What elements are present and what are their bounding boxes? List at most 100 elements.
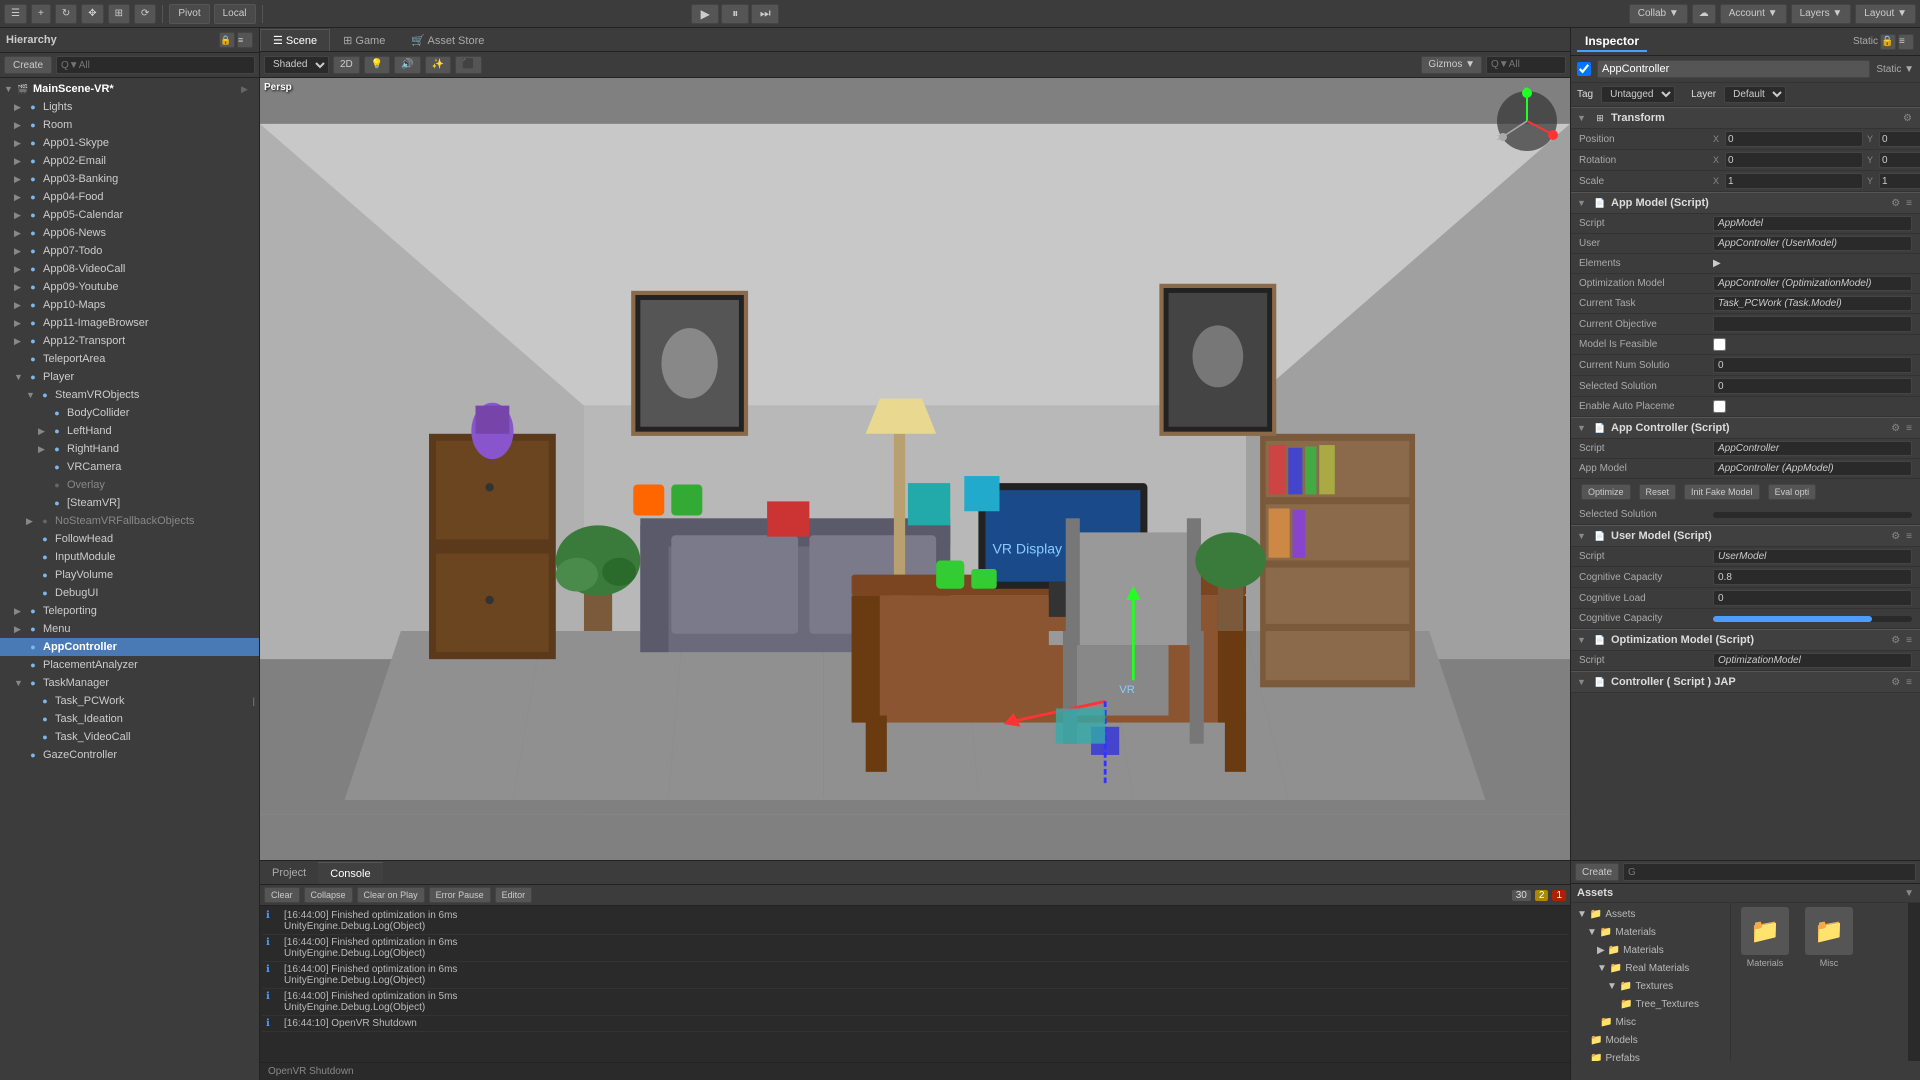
tab-game[interactable]: ⊞ Game xyxy=(330,29,398,51)
scene-search[interactable] xyxy=(1486,56,1566,74)
lighting-button[interactable]: 💡 xyxy=(364,56,390,74)
scale-x-input[interactable] xyxy=(1725,173,1863,189)
comp-settings-btn[interactable]: ⚙ xyxy=(1889,198,1902,209)
model-feasible-checkbox[interactable] xyxy=(1713,338,1726,351)
hierarchy-item-bodycollider[interactable]: ● BodyCollider xyxy=(0,404,259,422)
hierarchy-item-app01[interactable]: ▶ ● App01-Skype xyxy=(0,134,259,152)
hierarchy-item-lefthand[interactable]: ▶ ● LeftHand xyxy=(0,422,259,440)
rot-y-input[interactable] xyxy=(1879,152,1920,168)
comp-menu-btn[interactable]: ≡ xyxy=(1904,635,1914,646)
inspector-tab[interactable]: Inspector xyxy=(1577,32,1647,52)
opt-model-script-header[interactable]: ▼ 📄 Optimization Model (Script) ⚙ ≡ xyxy=(1571,629,1920,651)
enable-auto-checkbox[interactable] xyxy=(1713,400,1726,413)
project-tree-item-real-materials[interactable]: ▼ 📁 Real Materials xyxy=(1571,959,1730,977)
app-model-ref[interactable]: AppController (AppModel) xyxy=(1713,461,1912,476)
hierarchy-item-taskmanager[interactable]: ▼ ● TaskManager xyxy=(0,674,259,692)
hierarchy-create-btn[interactable]: Create xyxy=(4,56,52,74)
hierarchy-item-menu[interactable]: ▶ ● Menu xyxy=(0,620,259,638)
init-fake-btn[interactable]: Init Fake Model xyxy=(1684,484,1760,500)
project-tree-item-materials[interactable]: ▼ 📁 Materials xyxy=(1571,923,1730,941)
hierarchy-item-teleportarea[interactable]: ● TeleportArea xyxy=(0,350,259,368)
console-entry[interactable]: ℹ [16:44:00] Finished optimization in 5m… xyxy=(262,989,1568,1016)
account-button[interactable]: Account ▼ xyxy=(1720,4,1787,24)
error-pause-btn[interactable]: Error Pause xyxy=(429,887,491,903)
tab-asset-store[interactable]: 🛒 Asset Store xyxy=(398,29,497,51)
hamburger-btn[interactable]: ☰ xyxy=(4,4,27,24)
twod-button[interactable]: 2D xyxy=(333,56,360,74)
opt-model-ref[interactable]: AppController (OptimizationModel) xyxy=(1713,276,1912,291)
script-ref[interactable]: OptimizationModel xyxy=(1713,653,1912,668)
tab-console[interactable]: Console xyxy=(318,862,382,884)
hierarchy-item-steamvr[interactable]: ● [SteamVR] xyxy=(0,494,259,512)
user-model-script-header[interactable]: ▼ 📄 User Model (Script) ⚙ ≡ xyxy=(1571,525,1920,547)
comp-settings-btn[interactable]: ⚙ xyxy=(1901,113,1914,124)
comp-settings-btn[interactable]: ⚙ xyxy=(1889,635,1902,646)
project-tree-item-tree-textures[interactable]: 📁 Tree_Textures xyxy=(1571,995,1730,1013)
hierarchy-item-task-videocall[interactable]: ● Task_VideoCall xyxy=(0,728,259,746)
script-ref[interactable]: AppController xyxy=(1713,441,1912,456)
hierarchy-item-placementanalyzer[interactable]: ● PlacementAnalyzer xyxy=(0,656,259,674)
project-tree-item-textures[interactable]: ▼ 📁 Textures xyxy=(1571,977,1730,995)
hierarchy-item-main-scene[interactable]: ▼ 🎬 MainScene-VR* ▶ xyxy=(0,80,259,98)
hierarchy-item-app05[interactable]: ▶ ● App05-Calendar xyxy=(0,206,259,224)
rot-x-input[interactable] xyxy=(1725,152,1863,168)
reset-btn[interactable]: Reset xyxy=(1639,484,1677,500)
viewport[interactable]: VR Display xyxy=(260,78,1570,860)
pivot-button[interactable]: Pivot xyxy=(169,4,209,24)
clear-btn[interactable]: Clear xyxy=(264,887,300,903)
hierarchy-item-app06[interactable]: ▶ ● App06-News xyxy=(0,224,259,242)
hierarchy-item-steamvrobjects[interactable]: ▼ ● SteamVRObjects xyxy=(0,386,259,404)
collab-button[interactable]: Collab ▼ xyxy=(1629,4,1688,24)
comp-menu-btn[interactable]: ≡ xyxy=(1904,198,1914,209)
project-create-btn[interactable]: Create xyxy=(1575,863,1619,881)
comp-menu-btn[interactable]: ≡ xyxy=(1904,531,1914,542)
pos-y-input[interactable] xyxy=(1879,131,1920,147)
inspector-lock[interactable]: 🔒 xyxy=(1880,34,1896,50)
tab-scene[interactable]: ☰ Scene xyxy=(260,29,330,51)
console-entry[interactable]: ℹ [16:44:10] OpenVR Shutdown xyxy=(262,1016,1568,1032)
script-ref[interactable]: UserModel xyxy=(1713,549,1912,564)
hierarchy-item-vrcamera[interactable]: ● VRCamera xyxy=(0,458,259,476)
comp-settings-btn[interactable]: ⚙ xyxy=(1889,423,1902,434)
rotate-tool[interactable]: ⟳ xyxy=(134,4,156,24)
collapse-btn[interactable]: Collapse xyxy=(304,887,353,903)
hierarchy-item-app04[interactable]: ▶ ● App04-Food xyxy=(0,188,259,206)
hierarchy-item-followhead[interactable]: ● FollowHead xyxy=(0,530,259,548)
hierarchy-item-gazecontroller[interactable]: ● GazeController xyxy=(0,746,259,764)
hierarchy-item-app07[interactable]: ▶ ● App07-Todo xyxy=(0,242,259,260)
fx-button[interactable]: ✨ xyxy=(425,56,451,74)
eval-opti-btn[interactable]: Eval opti xyxy=(1768,484,1817,500)
layout-button[interactable]: Layout ▼ xyxy=(1855,4,1916,24)
optimize-btn[interactable]: Optimize xyxy=(1581,484,1631,500)
hierarchy-item-inputmodule[interactable]: ● InputModule xyxy=(0,548,259,566)
pause-button[interactable]: ⏸ xyxy=(721,4,749,24)
hierarchy-item-task-pcwork[interactable]: ● Task_PCWork | xyxy=(0,692,259,710)
console-entry[interactable]: ℹ [16:44:00] Finished optimization in 6m… xyxy=(262,908,1568,935)
hierarchy-item-room[interactable]: ▶ ● Room xyxy=(0,116,259,134)
comp-settings-btn[interactable]: ⚙ xyxy=(1889,677,1902,688)
user-ref[interactable]: AppController (UserModel) xyxy=(1713,236,1912,251)
tab-project[interactable]: Project xyxy=(260,862,318,884)
current-task-ref[interactable]: Task_PCWork (Task.Model) xyxy=(1713,296,1912,311)
project-tree-item-prefabs[interactable]: 📁 Prefabs xyxy=(1571,1049,1730,1061)
assets-scrollbar[interactable] xyxy=(1908,903,1920,1061)
audio-button[interactable]: 🔊 xyxy=(394,56,420,74)
tag-dropdown[interactable]: Untagged xyxy=(1601,86,1675,103)
console-entry[interactable]: ℹ [16:44:00] Finished optimization in 6m… xyxy=(262,962,1568,989)
hierarchy-item-overlay[interactable]: ● Overlay xyxy=(0,476,259,494)
hierarchy-item-app11[interactable]: ▶ ● App11-ImageBrowser xyxy=(0,314,259,332)
step-button[interactable]: ⏭ xyxy=(751,4,779,24)
hierarchy-item-debugui[interactable]: ● DebugUI xyxy=(0,584,259,602)
console-entry[interactable]: ℹ [16:44:00] Finished optimization in 6m… xyxy=(262,935,1568,962)
local-button[interactable]: Local xyxy=(214,4,256,24)
script-ref[interactable]: AppModel xyxy=(1713,216,1912,231)
scale-y-input[interactable] xyxy=(1879,173,1920,189)
hierarchy-item-app08[interactable]: ▶ ● App08-VideoCall xyxy=(0,260,259,278)
scale-tool[interactable]: ⊞ xyxy=(108,4,130,24)
project-tree-item-materials2[interactable]: ▶ 📁 Materials xyxy=(1571,941,1730,959)
current-obj-ref[interactable] xyxy=(1713,316,1912,332)
project-tree-item-assets[interactable]: ▼ 📁 Assets xyxy=(1571,905,1730,923)
comp-menu-btn[interactable]: ≡ xyxy=(1904,677,1914,688)
hierarchy-lock[interactable]: 🔒 xyxy=(219,32,235,48)
hierarchy-item-player[interactable]: ▼ ● Player xyxy=(0,368,259,386)
